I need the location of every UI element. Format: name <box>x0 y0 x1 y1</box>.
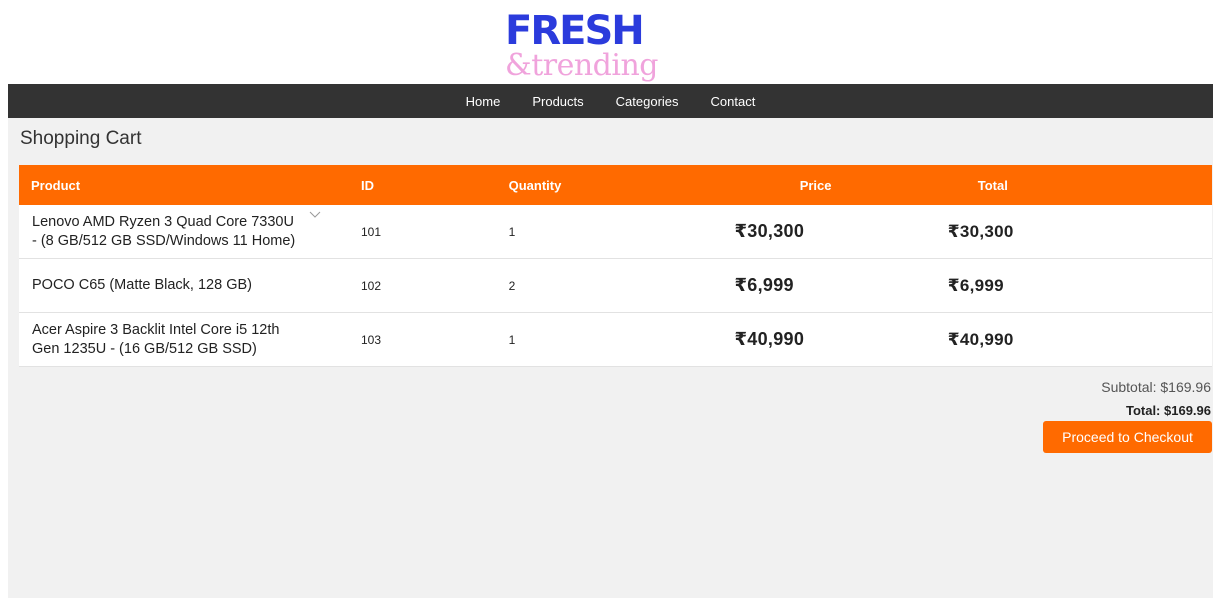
nav-link-products[interactable]: Products <box>516 94 599 109</box>
product-quantity: 1 <box>496 205 700 259</box>
product-id: 101 <box>348 205 497 259</box>
cart-summary: Subtotal: $169.96 Total: $169.96 <box>1101 379 1211 418</box>
product-total: ₹30,300 <box>911 205 1212 259</box>
column-header-total: Total <box>977 177 1008 193</box>
column-header-product: Product <box>31 177 81 193</box>
nav-link-categories[interactable]: Categories <box>600 94 695 109</box>
product-id: 103 <box>348 312 497 367</box>
cart-table: Product ID Quantity Price Total Lenovo A… <box>19 165 1212 367</box>
product-id: 102 <box>348 258 497 313</box>
proceed-to-checkout-button[interactable]: Proceed to Checkout <box>1043 421 1212 453</box>
column-header-id: ID <box>360 177 374 193</box>
table-row: POCO C65 (Matte Black, 128 GB) 102 2 ₹6,… <box>19 258 1212 313</box>
product-name[interactable]: Lenovo AMD Ryzen 3 Quad Core 7330U - (8 … <box>32 213 300 251</box>
nav-link-home[interactable]: Home <box>450 94 517 109</box>
product-quantity: 1 <box>496 312 700 367</box>
header-logo-area: FRESH &trending <box>0 0 1218 84</box>
product-price: ₹6,999 <box>699 258 912 313</box>
subtotal-text: Subtotal: $169.96 <box>1101 379 1211 395</box>
product-quantity: 2 <box>496 258 700 313</box>
product-total: ₹40,990 <box>911 312 1212 367</box>
product-total: ₹6,999 <box>911 258 1212 313</box>
product-name[interactable]: POCO C65 (Matte Black, 128 GB) <box>32 276 300 295</box>
product-price: ₹40,990 <box>699 312 912 367</box>
product-name[interactable]: Acer Aspire 3 Backlit Intel Core i5 12th… <box>32 321 300 359</box>
nav-link-contact[interactable]: Contact <box>695 94 772 109</box>
main-navbar: Home Products Categories Contact <box>8 84 1213 118</box>
product-cell: POCO C65 (Matte Black, 128 GB) <box>19 258 349 313</box>
column-header-quantity: Quantity <box>508 177 562 193</box>
column-header-price: Price <box>799 177 832 193</box>
product-cell: Acer Aspire 3 Backlit Intel Core i5 12th… <box>19 312 349 367</box>
page-title: Shopping Cart <box>20 128 142 149</box>
chevron-down-icon[interactable] <box>309 211 321 219</box>
cart-table-header: Product ID Quantity Price Total <box>19 165 1212 205</box>
logo-trending-text[interactable]: &trending <box>505 48 659 84</box>
product-cell: Lenovo AMD Ryzen 3 Quad Core 7330U - (8 … <box>19 205 349 259</box>
table-row: Lenovo AMD Ryzen 3 Quad Core 7330U - (8 … <box>19 205 1212 259</box>
cart-content-area: Shopping Cart Product ID Quantity Price … <box>8 118 1213 598</box>
product-price: ₹30,300 <box>699 205 912 259</box>
table-row: Acer Aspire 3 Backlit Intel Core i5 12th… <box>19 312 1212 367</box>
total-text: Total: $169.96 <box>1125 403 1211 418</box>
